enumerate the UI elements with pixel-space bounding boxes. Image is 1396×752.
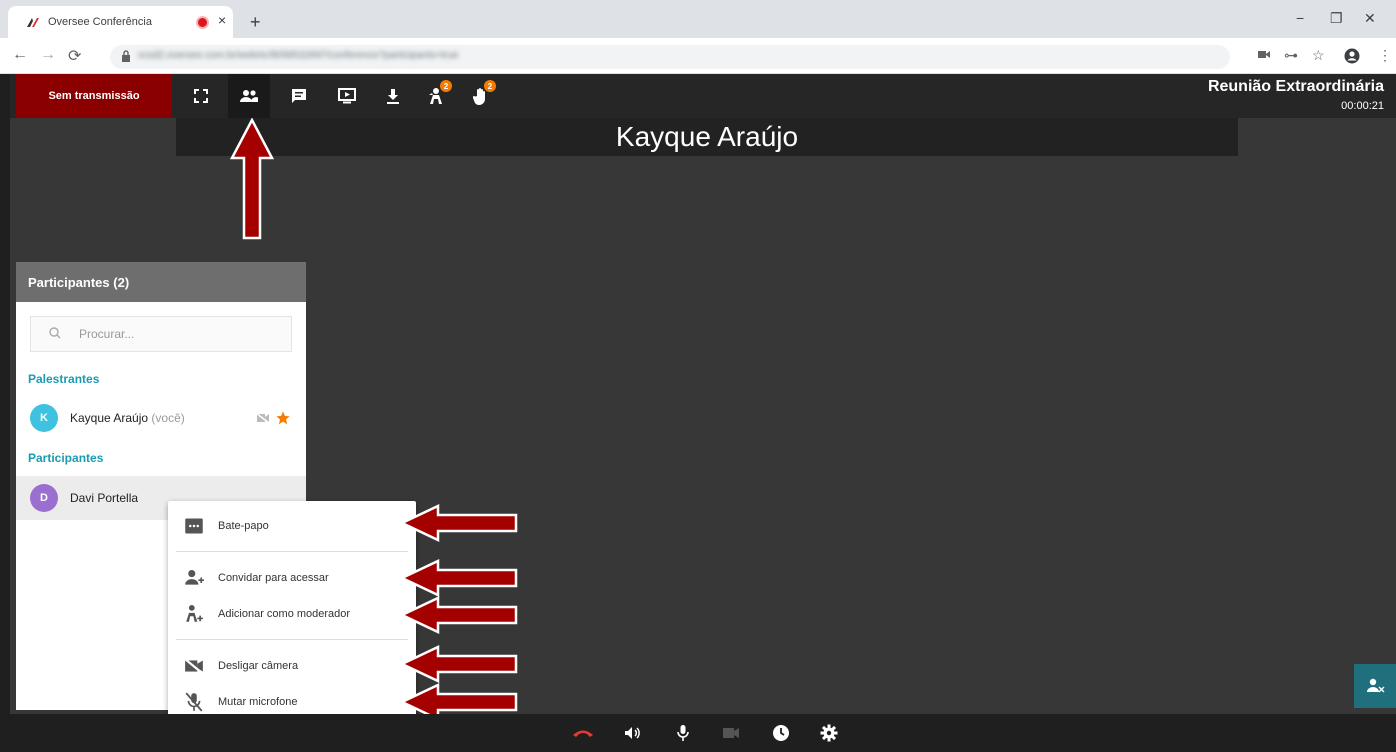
invite-user-icon — [1367, 678, 1385, 693]
participant-row-speaker[interactable]: K Kayque Araújo (você) — [16, 396, 306, 440]
chat-icon — [292, 89, 306, 103]
call-controls-bar — [10, 714, 1396, 752]
participant-context-menu: Bate-papo Convidar para acessar Adiciona… — [168, 501, 416, 727]
omnibox[interactable]: vcsd2.oversee.com.br/webrtc/8058532697/c… — [110, 45, 1230, 69]
microphone-icon — [677, 725, 689, 741]
camera-access-icon[interactable] — [1258, 50, 1270, 59]
tab-title: Oversee Conferência — [48, 16, 152, 28]
hang-up-button[interactable] — [572, 722, 594, 744]
menu-item-label: Adicionar como moderador — [218, 608, 351, 620]
moderators-count-badge: 2 — [440, 80, 452, 92]
speaker-volume-button[interactable] — [622, 722, 644, 744]
browser-address-bar: ← → ⟳ vcsd2.oversee.com.br/webrtc/805853… — [0, 38, 1396, 74]
microphone-button[interactable] — [672, 722, 694, 744]
annotation-arrow-up — [230, 118, 274, 240]
raise-hand-button[interactable]: 2 — [460, 74, 502, 118]
menu-item-add-moderator[interactable]: Adicionar como moderador — [168, 597, 416, 631]
moderators-button[interactable]: 2 — [416, 74, 458, 118]
annotation-arrow-left — [400, 645, 518, 683]
download-icon — [387, 89, 399, 104]
chat-button[interactable] — [278, 74, 320, 118]
raise-hand-count-badge: 2 — [484, 80, 496, 92]
chat-bubble-icon — [185, 518, 203, 534]
tab-close-button[interactable]: × — [218, 12, 226, 28]
new-tab-button[interactable]: + — [250, 12, 261, 33]
menu-item-camera-off[interactable]: Desligar câmera — [168, 649, 416, 683]
gear-icon — [820, 724, 838, 742]
recording-indicator-icon — [198, 18, 207, 27]
camera-off-icon — [256, 413, 270, 423]
camera-button[interactable] — [720, 722, 742, 744]
minimize-button[interactable]: − — [1296, 10, 1304, 26]
menu-divider — [176, 639, 408, 640]
moderator-add-icon — [186, 605, 203, 622]
clock-button[interactable] — [770, 722, 792, 744]
invite-participant-button[interactable] — [1354, 664, 1396, 708]
menu-divider — [176, 551, 408, 552]
participant-name: Davi Portella — [70, 491, 139, 505]
volume-icon — [625, 727, 640, 739]
profile-icon[interactable] — [1344, 48, 1360, 64]
menu-item-invite[interactable]: Convidar para acessar — [168, 561, 416, 595]
oversee-logo-icon — [27, 18, 39, 27]
menu-kebab-icon[interactable]: ⋮ — [1378, 47, 1392, 64]
clock-icon — [773, 725, 789, 741]
hang-up-icon — [573, 730, 593, 737]
settings-button[interactable] — [818, 722, 840, 744]
annotation-arrow-left — [400, 596, 518, 634]
meeting-timer: 00:00:21 — [1341, 100, 1384, 112]
annotation-arrow-left — [400, 559, 518, 597]
participants-section-label: Participantes — [28, 451, 104, 465]
menu-item-label: Bate-papo — [218, 520, 269, 532]
participant-name: Kayque Araújo (você) — [70, 411, 185, 425]
lock-icon — [122, 50, 130, 62]
fullscreen-icon — [194, 89, 208, 103]
browser-tab[interactable]: Oversee Conferência × — [8, 6, 233, 38]
menu-item-label: Convidar para acessar — [218, 572, 329, 584]
avatar: K — [30, 404, 58, 432]
video-off-icon — [184, 657, 204, 675]
app-toolbar: Sem transmissão 2 2 Reunião Extraordinár… — [10, 74, 1396, 118]
menu-item-chat[interactable]: Bate-papo — [168, 509, 416, 543]
participants-panel-title: Participantes (2) — [16, 262, 306, 302]
bookmark-star-icon[interactable]: ☆ — [1312, 47, 1325, 64]
invite-user-icon — [185, 570, 204, 585]
key-icon[interactable]: ⊶ — [1284, 47, 1298, 64]
participants-icon — [240, 90, 258, 102]
back-arrow-icon[interactable]: ← — [12, 46, 28, 64]
video-camera-icon — [723, 728, 739, 738]
screen-share-icon — [338, 88, 356, 104]
annotation-arrow-left — [400, 504, 518, 542]
url-text: vcsd2.oversee.com.br/webrtc/8058532697/c… — [138, 50, 459, 61]
restore-button[interactable]: ❐ — [1330, 10, 1343, 27]
participant-search-box[interactable] — [30, 316, 292, 352]
avatar: D — [30, 484, 58, 512]
fullscreen-button[interactable] — [180, 74, 222, 118]
close-window-button[interactable]: ✕ — [1364, 10, 1376, 27]
forward-arrow-icon[interactable]: → — [40, 46, 56, 64]
search-input[interactable] — [77, 324, 277, 344]
meeting-title: Reunião Extraordinária — [1207, 78, 1384, 95]
reload-icon[interactable]: ⟳ — [68, 46, 81, 66]
screen-share-button[interactable] — [326, 74, 368, 118]
speakers-section-label: Palestrantes — [28, 372, 100, 386]
active-speaker-name: Kayque Araújo — [176, 118, 1238, 156]
menu-item-label: Mutar microfone — [218, 696, 298, 708]
search-icon — [49, 327, 61, 339]
participants-button[interactable] — [228, 74, 270, 118]
browser-tab-strip: Oversee Conferência × + − ❐ ✕ — [0, 0, 1396, 38]
menu-item-label: Desligar câmera — [218, 660, 299, 672]
star-icon — [276, 411, 290, 425]
download-button[interactable] — [372, 74, 414, 118]
stream-status-button[interactable]: Sem transmissão — [16, 74, 172, 118]
mic-off-icon — [185, 692, 203, 712]
